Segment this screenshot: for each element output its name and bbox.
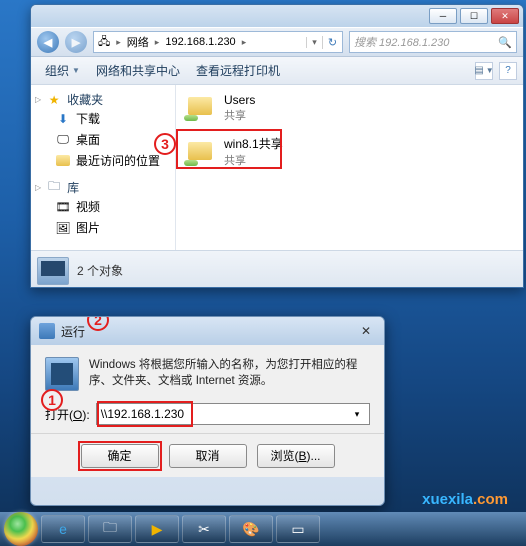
annotation-box-ok [78,441,162,471]
address-dropdown[interactable]: ▾ [306,37,322,48]
run-dialog: 运行 ✕ Windows 将根据您所输入的名称，为您打开相应的程序、文件夹、文档… [30,316,385,506]
content-pane: Users 共享 win8.1共享 共享 3 [176,85,523,250]
search-icon: 🔍 [498,36,512,49]
recent-icon [55,153,71,169]
breadcrumb-network[interactable]: 网络 [123,34,153,50]
status-text: 2 个对象 [77,262,123,279]
view-options-button[interactable]: ▤▼ [475,62,493,80]
sidebar-item-desktop[interactable]: 🖵 桌面 [45,129,169,150]
breadcrumb-ip[interactable]: 192.168.1.230 [161,36,239,48]
back-button[interactable]: ◀ [37,31,59,53]
sidebar-item-downloads[interactable]: ⬇ 下载 [45,108,169,129]
computer-icon [37,257,69,285]
sidebar-item-pictures[interactable]: 🖼 图片 [45,217,169,238]
annotation-callout-1: 1 [41,389,63,411]
refresh-button[interactable]: ↻ [322,36,342,49]
view-remote-printers-button[interactable]: 查看远程打印机 [188,60,288,81]
libraries-group[interactable]: 🗀 库 [45,179,169,196]
network-icon: 🖧 [94,33,114,52]
address-bar[interactable]: 🖧 ▸ 网络 ▸ 192.168.1.230 ▸ ▾ ↻ [93,31,343,53]
chevron-right-icon: ▸ [240,37,249,48]
status-bar: 2 个对象 [31,250,523,288]
folder-users[interactable]: Users 共享 [182,91,517,125]
minimize-button[interactable]: ─ [429,8,457,24]
chevron-right-icon: ▸ [114,37,123,48]
start-button[interactable] [4,512,38,546]
sidebar-item-videos[interactable]: 🎞 视频 [45,196,169,217]
command-bar: 组织▼ 网络和共享中心 查看远程打印机 ▤▼ ? [31,57,523,85]
video-icon: 🎞 [55,199,71,215]
browse-button[interactable]: 浏览(B)... [257,444,335,468]
cancel-button[interactable]: 取消 [169,444,247,468]
taskbar-paint[interactable]: 🎨 [229,515,273,543]
taskbar-snipping[interactable]: ✂ [182,515,226,543]
annotation-callout-3: 3 [154,133,176,155]
run-logo-icon [45,357,79,391]
search-placeholder: 搜索 192.168.1.230 [354,34,498,50]
desktop-icon: 🖵 [55,132,71,148]
ok-button[interactable]: 确定 [81,444,159,468]
download-icon: ⬇ [55,111,71,127]
run-icon [39,323,55,339]
forward-button[interactable]: ▶ [65,31,87,53]
network-center-button[interactable]: 网络和共享中心 [88,60,188,81]
titlebar: ─ ☐ ✕ [31,5,523,27]
maximize-button[interactable]: ☐ [460,8,488,24]
run-titlebar: 运行 ✕ [31,317,384,345]
annotation-box-folder [176,129,282,169]
annotation-box-input [97,401,193,427]
open-input-dropdown[interactable]: ▾ [349,409,365,420]
favorites-group[interactable]: ★ 收藏夹 [45,91,169,108]
run-description: Windows 将根据您所输入的名称，为您打开相应的程序、文件夹、文档或 Int… [89,357,370,391]
taskbar: e 🗀 ▶ ✂ 🎨 ▭ [0,512,526,546]
taskbar-media-player[interactable]: ▶ [135,515,179,543]
close-button[interactable]: ✕ [491,8,519,24]
library-icon: 🗀 [46,180,62,196]
sidebar-item-recent[interactable]: 最近访问的位置 [45,150,169,171]
search-input[interactable]: 搜索 192.168.1.230 🔍 [349,31,517,53]
run-title-text: 运行 [61,323,85,340]
shared-folder-icon [184,93,218,123]
help-button[interactable]: ? [499,62,517,80]
nav-bar: ◀ ▶ 🖧 ▸ 网络 ▸ 192.168.1.230 ▸ ▾ ↻ 搜索 192.… [31,27,523,57]
taskbar-run[interactable]: ▭ [276,515,320,543]
taskbar-explorer[interactable]: 🗀 [88,515,132,543]
taskbar-ie[interactable]: e [41,515,85,543]
organize-menu[interactable]: 组织▼ [37,60,88,81]
chevron-right-icon: ▸ [153,37,162,48]
star-icon: ★ [46,92,62,108]
picture-icon: 🖼 [55,220,71,236]
run-button-row: 确定 取消 浏览(B)... 2 [31,433,384,477]
explorer-window: ─ ☐ ✕ ◀ ▶ 🖧 ▸ 网络 ▸ 192.168.1.230 ▸ ▾ ↻ 搜… [30,4,524,288]
navigation-pane: ★ 收藏夹 ⬇ 下载 🖵 桌面 最近访问的位置 🗀 [31,85,176,250]
watermark: xuexila.com [422,491,508,508]
run-close-button[interactable]: ✕ [356,322,376,340]
